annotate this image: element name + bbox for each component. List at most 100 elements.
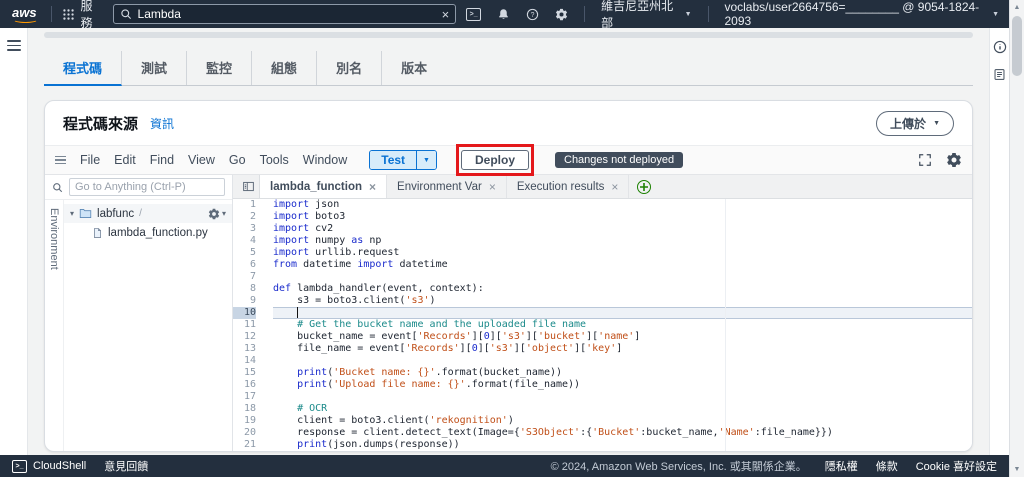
code-line[interactable]: s3 = boto3.client('s3') xyxy=(273,295,972,307)
notifications-bell-icon[interactable] xyxy=(497,8,510,21)
tree-file-lambda-function[interactable]: lambda_function.py xyxy=(64,223,232,242)
services-menu[interactable]: 服務 xyxy=(62,0,103,31)
tree-settings-button[interactable]: ▾ xyxy=(208,208,226,220)
folder-caret-icon[interactable]: ▾ xyxy=(70,209,74,218)
goto-anything-input[interactable] xyxy=(69,178,225,196)
code-line[interactable]: bucket_name = event['Records'][0]['s3'][… xyxy=(273,331,972,343)
privacy-link[interactable]: 隱私權 xyxy=(825,458,858,474)
region-selector[interactable]: 維吉尼亞州北部 ▼ xyxy=(601,0,691,31)
editor-menu-icon[interactable] xyxy=(55,156,66,164)
cookie-preferences-link[interactable]: Cookie 喜好設定 xyxy=(916,458,997,474)
tab-monitor[interactable]: 監控 xyxy=(187,51,253,85)
code-line[interactable] xyxy=(273,355,972,367)
menu-go[interactable]: Go xyxy=(229,153,246,167)
code-line[interactable]: import boto3 xyxy=(273,211,972,223)
close-icon[interactable]: × xyxy=(369,181,376,193)
tab-versions[interactable]: 版本 xyxy=(382,51,446,85)
menu-edit[interactable]: Edit xyxy=(114,153,136,167)
chevron-down-icon: ▼ xyxy=(684,10,692,18)
close-icon[interactable]: × xyxy=(611,181,618,193)
sidebar-toggle-icon[interactable] xyxy=(237,180,259,193)
services-label: 服務 xyxy=(80,0,93,30)
copyright-text: © 2024, Amazon Web Services, Inc. 或其關係企業… xyxy=(550,461,807,473)
menu-find[interactable]: Find xyxy=(150,153,174,167)
test-button-label[interactable]: Test xyxy=(370,151,417,169)
info-link[interactable]: 資訊 xyxy=(150,115,174,132)
code-line[interactable]: print('Upload file name: {}'.format(file… xyxy=(273,379,972,391)
tab-configuration[interactable]: 組態 xyxy=(252,51,318,85)
menu-file[interactable]: File xyxy=(80,153,100,167)
tab-label: 別名 xyxy=(336,61,363,76)
code-line[interactable]: client = boto3.client('rekognition') xyxy=(273,415,972,427)
terms-link[interactable]: 條款 xyxy=(876,458,898,474)
code-line[interactable]: print(json.dumps(response)) xyxy=(273,439,972,451)
editor-tab-label: Environment Var xyxy=(397,180,482,193)
code-line[interactable] xyxy=(273,307,972,319)
upload-from-button[interactable]: 上傳於 ▼ xyxy=(876,110,954,136)
deploy-button[interactable]: Deploy xyxy=(460,150,529,170)
editor-tab-execution-results[interactable]: Execution results × xyxy=(507,175,630,198)
horizontal-scrollbar[interactable] xyxy=(44,32,973,38)
code-line[interactable]: print('Bucket name: {}'.format(bucket_na… xyxy=(273,367,972,379)
cloudshell-icon[interactable]: >_ xyxy=(466,7,482,21)
aws-logo[interactable]: aws xyxy=(10,5,41,23)
settings-gear-icon[interactable] xyxy=(555,8,568,21)
code-line[interactable]: import cv2 xyxy=(273,223,972,235)
line-number: 5 xyxy=(249,247,256,258)
new-tab-button[interactable] xyxy=(637,179,652,194)
code-line[interactable]: # Get the bucket name and the uploaded f… xyxy=(273,319,972,331)
feedback-link[interactable]: 意見回饋 xyxy=(104,458,148,474)
code-line[interactable] xyxy=(273,391,972,403)
editor-tab-lambda-function[interactable]: lambda_function × xyxy=(259,175,388,198)
documentation-panel-icon[interactable] xyxy=(993,68,1006,81)
menu-tools[interactable]: Tools xyxy=(260,153,289,167)
account-menu[interactable]: voclabs/user2664756=________ @ 9054-1824… xyxy=(724,0,999,28)
region-label: 維吉尼亞州北部 xyxy=(601,0,674,30)
code-line[interactable]: from datetime import datetime xyxy=(273,259,972,271)
fullscreen-icon[interactable] xyxy=(918,153,932,167)
menu-view[interactable]: View xyxy=(188,153,215,167)
global-search[interactable]: × xyxy=(112,4,457,24)
test-button[interactable]: Test ▼ xyxy=(369,150,437,170)
code-line[interactable]: file_name = event['Records'][0]['s3']['o… xyxy=(273,343,972,355)
help-icon[interactable]: ? xyxy=(526,8,539,21)
tree-folder-labfunc[interactable]: ▾ labfunc / ▾ xyxy=(64,204,232,223)
editor-body: Environment ▾ labfunc / ▾ xyxy=(45,175,972,451)
divider xyxy=(584,6,586,22)
environment-tab-label[interactable]: Environment xyxy=(48,208,60,451)
code-line[interactable]: def lambda_handler(event, context): xyxy=(273,283,972,295)
global-search-input[interactable] xyxy=(137,7,436,21)
tab-aliases[interactable]: 別名 xyxy=(317,51,383,85)
line-number: 20 xyxy=(243,427,256,438)
search-clear-icon[interactable]: × xyxy=(442,8,450,21)
tab-label: 測試 xyxy=(141,61,168,76)
editor-settings-gear-icon[interactable] xyxy=(946,152,962,168)
tab-code[interactable]: 程式碼 xyxy=(44,51,123,86)
info-panel-icon[interactable] xyxy=(993,40,1007,54)
code-line[interactable]: response = client.detect_text(Image={'S3… xyxy=(273,427,972,439)
scroll-up-icon[interactable]: ▲ xyxy=(1010,4,1024,11)
cloudshell-icon: >_ xyxy=(12,459,27,473)
editor-tab-bar: lambda_function × Environment Var × Exec… xyxy=(233,175,972,199)
scrollbar-thumb[interactable] xyxy=(1012,16,1022,76)
changes-status-badge: Changes not deployed xyxy=(555,152,684,168)
editor-code-lines[interactable]: import json import boto3 import cv2 import … xyxy=(263,199,972,451)
tab-test[interactable]: 測試 xyxy=(122,51,188,85)
code-line[interactable] xyxy=(273,271,972,283)
scroll-down-icon[interactable]: ▼ xyxy=(1010,466,1024,473)
editor-tab-environment-var[interactable]: Environment Var × xyxy=(387,175,507,198)
line-number: 14 xyxy=(243,355,256,366)
code-line[interactable]: # OCR xyxy=(273,403,972,415)
tab-label: 程式碼 xyxy=(63,61,103,76)
test-dropdown-icon[interactable]: ▼ xyxy=(416,151,436,169)
code-line[interactable]: import json xyxy=(273,199,972,211)
code-line[interactable]: import urllib.request xyxy=(273,247,972,259)
line-number: 7 xyxy=(249,271,256,282)
page-scrollbar[interactable]: ▲ ▼ xyxy=(1009,0,1024,477)
hamburger-menu-icon[interactable] xyxy=(6,40,21,51)
cloudshell-footer-button[interactable]: >_ CloudShell xyxy=(12,459,86,473)
code-line[interactable]: import numpy as np xyxy=(273,235,972,247)
close-icon[interactable]: × xyxy=(489,181,496,193)
menu-window[interactable]: Window xyxy=(303,153,347,167)
code-editor[interactable]: 12345678910111213141516171819202122 impo… xyxy=(233,199,972,451)
